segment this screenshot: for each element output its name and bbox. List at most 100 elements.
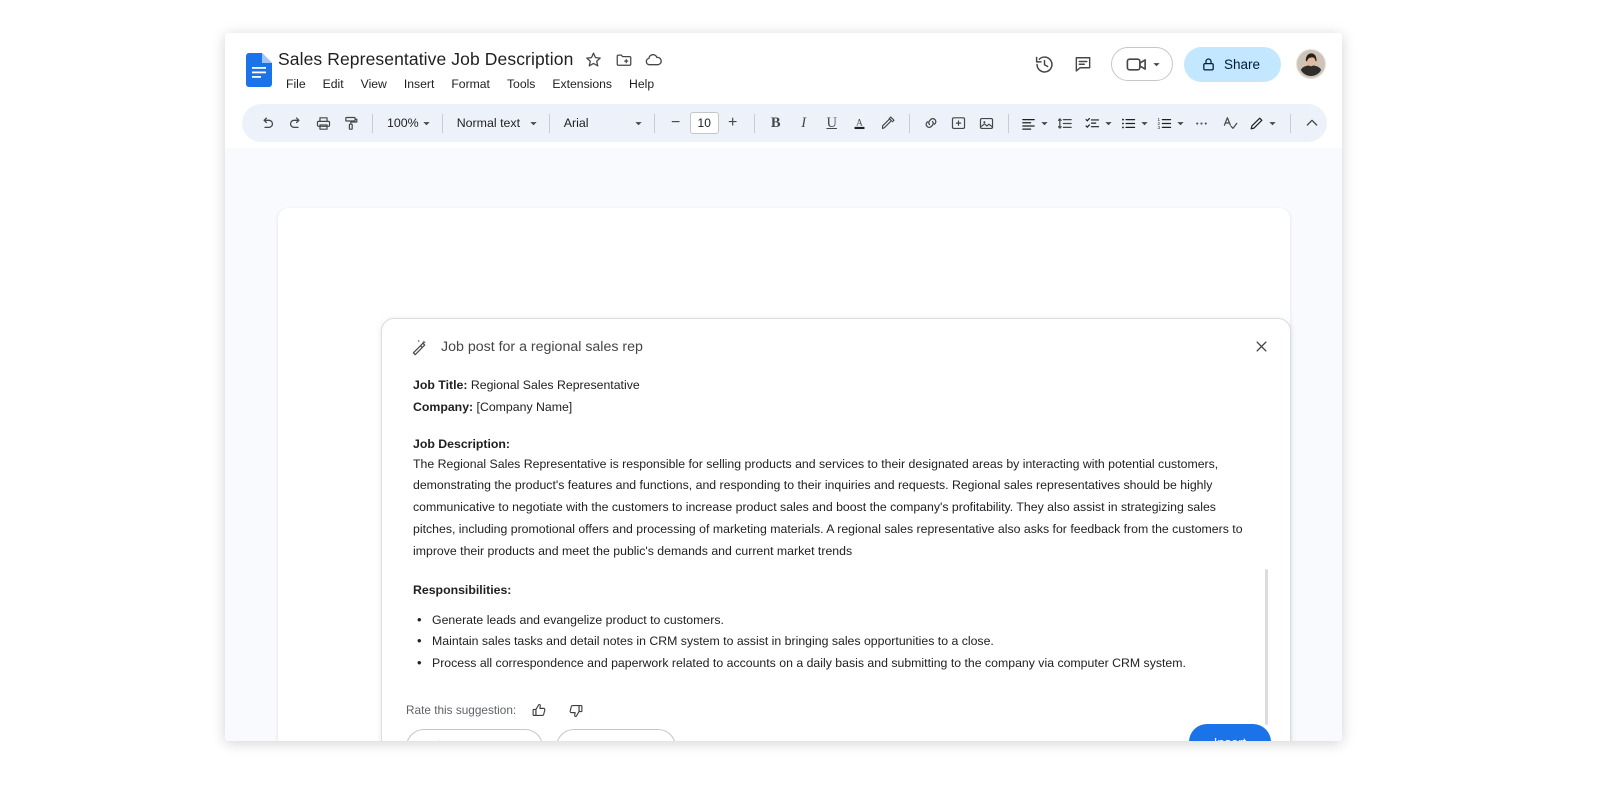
paragraph-style-dropdown[interactable]: Normal text (450, 109, 542, 137)
highlight-color-icon[interactable] (874, 109, 902, 137)
refine-button[interactable]: Refine (556, 729, 676, 741)
bold-button[interactable]: B (762, 109, 790, 137)
job-description-text: The Regional Sales Representative is res… (413, 454, 1246, 563)
list-item: Generate leads and evangelize product to… (413, 610, 1246, 632)
numbered-list-dropdown[interactable]: 1 2 3 (1152, 109, 1188, 137)
card-title-wrap: Job post for a regional sales rep (410, 338, 643, 356)
line-spacing-icon[interactable] (1052, 109, 1080, 137)
ai-suggestion-card: Job post for a regional sales rep Job Ti… (381, 318, 1291, 741)
view-another-label: View another (450, 740, 524, 742)
title-row: Sales Representative Job Description (278, 49, 663, 70)
company-label: Company: (413, 400, 473, 414)
toolbar-divider (442, 114, 443, 133)
menubar: File Edit View Insert Format Tools Exten… (280, 74, 660, 94)
responsibilities-heading: Responsibilities: (413, 583, 1246, 597)
avatar[interactable] (1296, 49, 1326, 79)
job-description-heading: Job Description: (413, 437, 1246, 451)
text-color-icon[interactable]: A (846, 109, 874, 137)
company-value: [Company Name] (473, 400, 572, 414)
menu-item-edit[interactable]: Edit (317, 74, 350, 94)
insert-link-icon[interactable] (917, 109, 945, 137)
document-page[interactable]: Job post for a regional sales rep Job Ti… (278, 208, 1290, 741)
card-header: Job post for a regional sales rep (382, 319, 1290, 375)
cloud-saved-icon[interactable] (644, 50, 663, 69)
collapse-menus-icon[interactable] (1298, 109, 1326, 137)
underline-button[interactable]: U (818, 109, 846, 137)
menu-item-tools[interactable]: Tools (501, 74, 541, 94)
menu-item-help[interactable]: Help (623, 74, 660, 94)
font-family-dropdown[interactable]: Arial (557, 109, 647, 137)
star-icon[interactable] (584, 50, 603, 69)
docs-header: Sales Representative Job Description Fil… (225, 33, 1342, 99)
bulleted-list-dropdown[interactable] (1116, 109, 1152, 137)
menu-item-format[interactable]: Format (445, 74, 496, 94)
job-title-label: Job Title: (413, 378, 467, 392)
menu-item-file[interactable]: File (280, 74, 312, 94)
insert-button[interactable]: Insert (1189, 724, 1271, 741)
svg-text:A: A (856, 117, 863, 127)
toolbar: 100% Normal text Arial − 10 + B I U A (242, 104, 1327, 142)
undo-icon[interactable] (253, 109, 281, 137)
menu-item-extensions[interactable]: Extensions (546, 74, 618, 94)
checklist-dropdown[interactable] (1080, 109, 1116, 137)
toolbar-divider (549, 114, 550, 133)
job-title-line: Job Title: Regional Sales Representative (413, 375, 1246, 397)
responsibilities-list: Generate leads and evangelize product to… (413, 610, 1246, 675)
list-item: Maintain sales tasks and detail notes in… (413, 631, 1246, 653)
version-history-icon[interactable] (1027, 46, 1063, 82)
svg-text:3: 3 (1157, 124, 1160, 129)
share-label: Share (1224, 57, 1260, 72)
card-footer: Rate this suggestion: (382, 689, 1290, 741)
meet-button[interactable] (1111, 47, 1173, 81)
rate-row: Rate this suggestion: (406, 697, 588, 723)
refine-label: Refine (600, 740, 637, 742)
toolbar-divider (754, 114, 755, 133)
card-title: Job post for a regional sales rep (441, 339, 643, 355)
font-value: Arial (564, 116, 589, 130)
more-options-icon[interactable] (1188, 109, 1216, 137)
toolbar-divider (909, 114, 910, 133)
thumbs-up-icon[interactable] (526, 697, 552, 723)
document-canvas: Job post for a regional sales rep Job Ti… (225, 148, 1342, 741)
magic-pen-icon (410, 338, 428, 356)
style-value: Normal text (457, 116, 520, 130)
menu-item-insert[interactable]: Insert (398, 74, 440, 94)
thumbs-down-icon[interactable] (562, 697, 588, 723)
rate-label: Rate this suggestion: (406, 703, 516, 717)
font-size-input[interactable]: 10 (690, 112, 719, 134)
toolbar-divider (654, 114, 655, 133)
header-actions: Share (1027, 46, 1326, 82)
menu-item-view[interactable]: View (355, 74, 393, 94)
add-comment-icon[interactable] (945, 109, 973, 137)
print-icon[interactable] (309, 109, 337, 137)
zoom-dropdown[interactable]: 100% (380, 109, 435, 137)
insert-image-icon[interactable] (973, 109, 1001, 137)
list-item: Process all correspondence and paperwork… (413, 653, 1246, 675)
move-to-folder-icon[interactable] (614, 50, 633, 69)
spelling-check-icon[interactable] (1216, 109, 1244, 137)
close-icon[interactable] (1246, 331, 1276, 361)
toolbar-divider (1008, 114, 1009, 133)
redo-icon[interactable] (281, 109, 309, 137)
paint-format-icon[interactable] (337, 109, 365, 137)
italic-button[interactable]: I (790, 109, 818, 137)
card-body[interactable]: Job Title: Regional Sales Representative… (382, 375, 1290, 691)
company-line: Company: [Company Name] (413, 397, 1246, 419)
job-description-section: Job Description: The Regional Sales Repr… (413, 437, 1246, 563)
job-title-value: Regional Sales Representative (467, 378, 639, 392)
comments-icon[interactable] (1065, 46, 1101, 82)
toolbar-divider (372, 114, 373, 133)
zoom-value: 100% (387, 116, 419, 130)
toolbar-divider (1290, 114, 1291, 133)
google-docs-window: Sales Representative Job Description Fil… (225, 33, 1342, 741)
share-button[interactable]: Share (1184, 47, 1281, 82)
google-docs-icon[interactable] (246, 53, 272, 87)
increase-font-size-button[interactable]: + (719, 109, 747, 137)
align-dropdown[interactable] (1016, 109, 1052, 137)
decrease-font-size-button[interactable]: − (662, 109, 690, 137)
editing-mode-dropdown[interactable] (1244, 109, 1280, 137)
font-size-control: − 10 + (662, 109, 747, 137)
page-title[interactable]: Sales Representative Job Description (278, 49, 573, 70)
action-row: View another Refine (406, 729, 676, 741)
view-another-button[interactable]: View another (406, 729, 543, 741)
